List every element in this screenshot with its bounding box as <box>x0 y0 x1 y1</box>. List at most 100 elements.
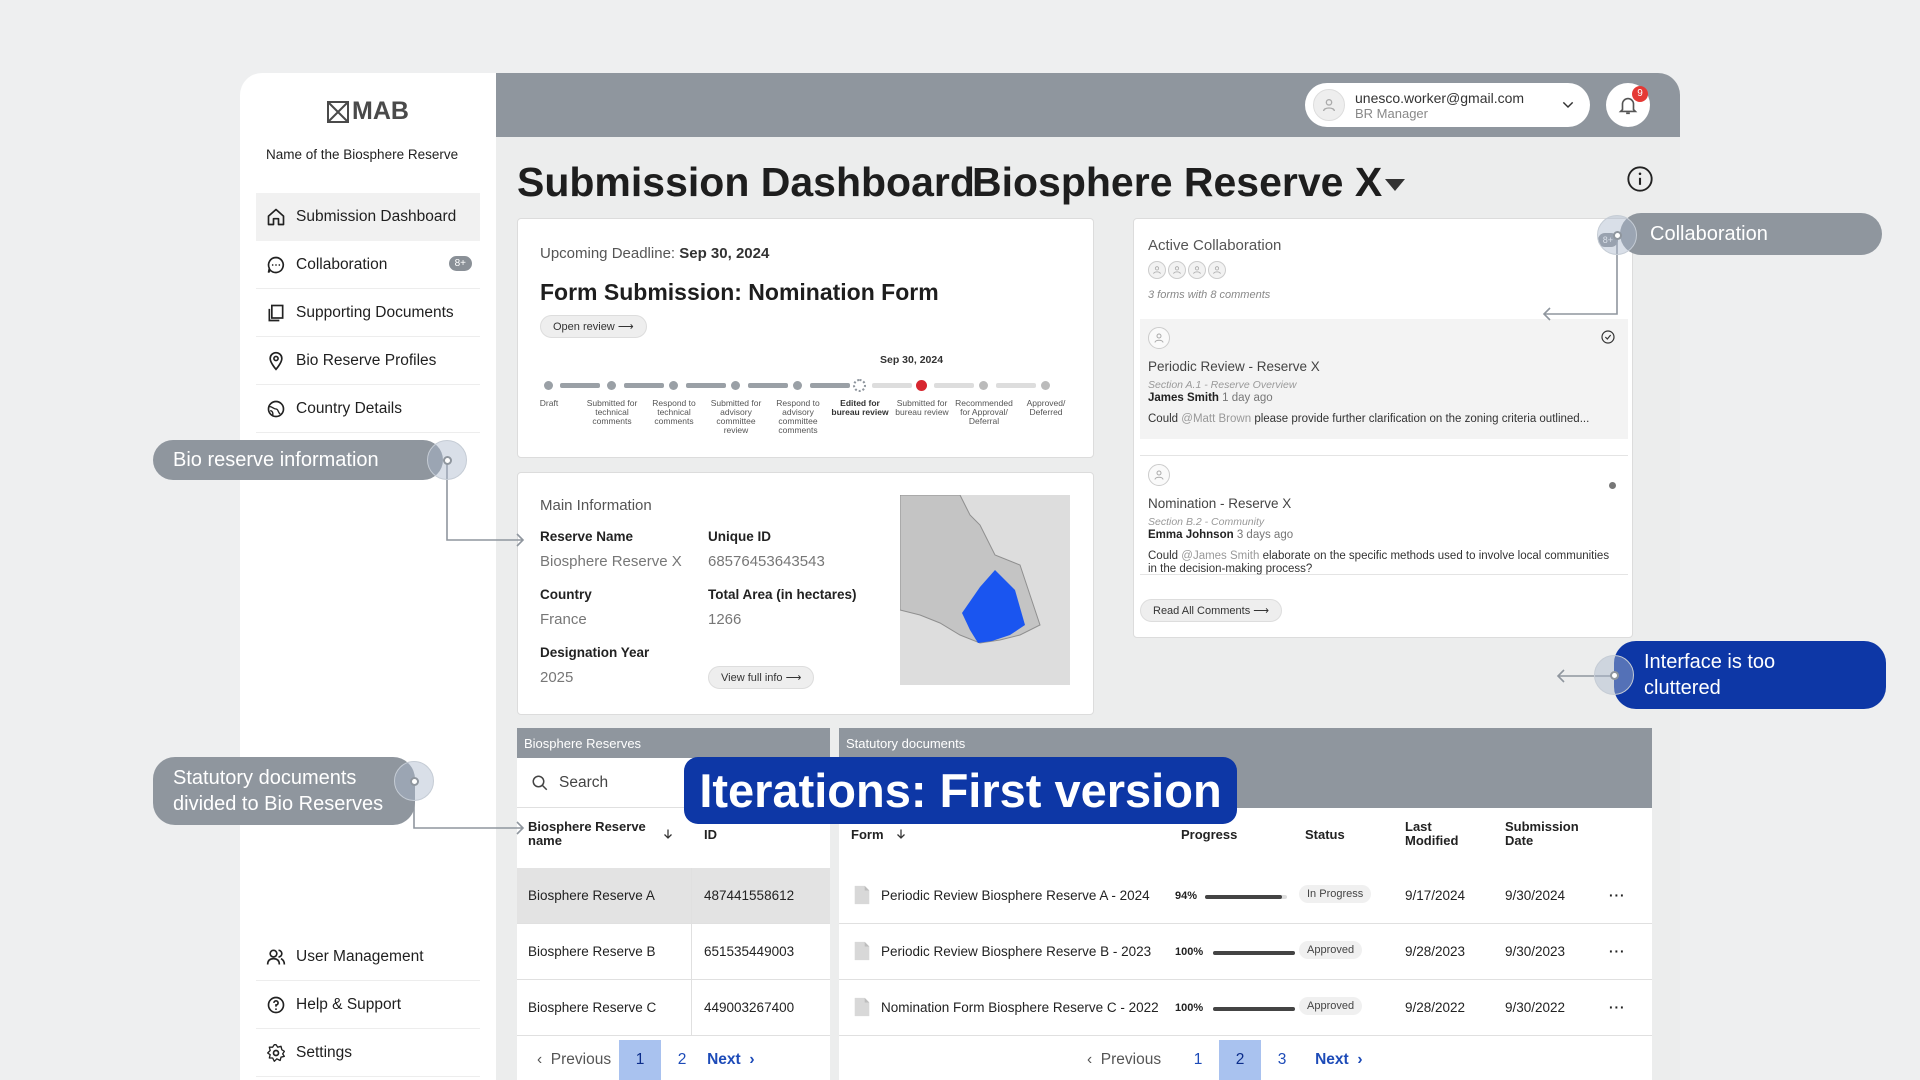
avatar <box>1168 261 1186 279</box>
year-value: 2025 <box>540 669 574 686</box>
notifications-button[interactable]: 9 <box>1606 83 1650 127</box>
table-row[interactable]: Periodic Review Biosphere Reserve A - 20… <box>839 868 1652 924</box>
table-row[interactable]: Nomination Form Biosphere Reserve C - 20… <box>839 980 1652 1036</box>
sidebar-item-settings[interactable]: Settings <box>256 1029 480 1077</box>
table-row[interactable]: Biosphere Reserve C 449003267400 <box>517 980 830 1036</box>
sidebar-item-collaboration[interactable]: Collaboration 8+ <box>256 241 480 289</box>
page-1-button[interactable]: 1 <box>619 1040 662 1080</box>
previous-page-button[interactable]: ‹ Previous <box>1087 1040 1161 1080</box>
annotation-bio-reserve: Bio reserve information <box>153 440 443 480</box>
progress-bar <box>1205 895 1287 899</box>
collaborator-avatars <box>1148 261 1226 279</box>
location-pin-icon <box>266 351 286 371</box>
previous-page-button[interactable]: ‹ Previous <box>537 1040 611 1080</box>
sidebar-item-user-management[interactable]: User Management <box>256 933 480 981</box>
row-id: 487441558612 <box>704 888 795 903</box>
view-full-info-button[interactable]: View full info ⟶ <box>708 666 815 689</box>
collaboration-subtitle: 3 forms with 8 comments <box>1148 289 1271 301</box>
comment-item[interactable]: Periodic Review - Reserve X Section A.1 … <box>1140 319 1628 439</box>
page-2-button[interactable]: 2 <box>661 1040 703 1080</box>
timeline-label: Submitted for technical comments <box>586 398 638 426</box>
comment-item[interactable]: Nomination - Reserve X Section B.2 - Com… <box>1140 455 1628 575</box>
timeline-label: Submitted for bureau review <box>895 398 949 417</box>
app-window: MAB Name of the Biosphere Reserve Submis… <box>240 73 1680 1080</box>
country-label: Country <box>540 587 592 602</box>
caret-down-icon[interactable] <box>1385 179 1405 191</box>
row-submission-date: 9/30/2022 <box>1505 1000 1566 1015</box>
sidebar-item-label: Settings <box>296 1043 353 1061</box>
timeline-step <box>1041 381 1050 390</box>
more-options-icon[interactable]: ··· <box>1609 1000 1626 1015</box>
column-header-submission-date[interactable]: Submission Date <box>1505 820 1585 848</box>
page-3-button[interactable]: 3 <box>1261 1040 1303 1080</box>
column-header-status[interactable]: Status <box>1305 828 1345 842</box>
row-last-modified: 9/28/2022 <box>1405 1000 1466 1015</box>
status-timeline: Draft Submitted for technical comments R… <box>540 374 1070 444</box>
column-header-name[interactable]: Biosphere Reserve name <box>528 820 648 848</box>
iteration-banner: Iterations: First version <box>684 757 1237 824</box>
annotation-cluttered: Interface is too cluttered <box>1614 641 1886 709</box>
next-page-button[interactable]: Next › <box>707 1040 754 1080</box>
user-icon <box>1323 99 1335 112</box>
timeline-label: Approved/ Deferred <box>1026 398 1066 417</box>
read-all-comments-button[interactable]: Read All Comments ⟶ <box>1140 599 1283 622</box>
year-label: Designation Year <box>540 645 650 660</box>
page-1-button[interactable]: 1 <box>1177 1040 1219 1080</box>
timeline-segment <box>686 383 726 388</box>
timeline-label: Recommended for Approval/ Deferral <box>955 398 1013 426</box>
chevron-down-icon[interactable] <box>1560 97 1576 113</box>
users-icon <box>266 947 286 967</box>
user-menu[interactable]: unesco.worker@gmail.com BR Manager <box>1305 83 1590 127</box>
more-options-icon[interactable]: ··· <box>1609 944 1626 959</box>
logo-text: MAB <box>352 97 409 125</box>
collaboration-heading: Active Collaboration <box>1148 237 1282 254</box>
reserve-name: Name of the Biosphere Reserve <box>266 147 459 162</box>
avatar <box>1148 327 1170 349</box>
area-value: 1266 <box>708 611 742 628</box>
next-page-button[interactable]: Next › <box>1315 1040 1362 1080</box>
table-row[interactable]: Periodic Review Biosphere Reserve B - 20… <box>839 924 1652 980</box>
sidebar-item-supporting-documents[interactable]: Supporting Documents <box>256 289 480 337</box>
sidebar-item-submission-dashboard[interactable]: Submission Dashboard <box>256 193 480 241</box>
country-value: France <box>540 611 587 628</box>
area-label: Total Area (in hectares) <box>708 587 857 602</box>
comment-title: Nomination - Reserve X <box>1148 496 1292 511</box>
timeline-label: Respond to technical comments <box>652 398 696 426</box>
row-last-modified: 9/17/2024 <box>1405 888 1466 903</box>
progress-fill <box>1213 951 1295 955</box>
user-email: unesco.worker@gmail.com <box>1355 89 1525 106</box>
avatar <box>1148 464 1170 486</box>
progress-label: 94% <box>1175 890 1198 902</box>
column-header-id[interactable]: ID <box>704 828 717 842</box>
reserve-map[interactable] <box>900 495 1070 685</box>
sidebar-item-label: Supporting Documents <box>296 303 454 321</box>
sidebar-item-country-details[interactable]: Country Details <box>256 385 480 433</box>
user-role: BR Manager <box>1355 105 1428 121</box>
sidebar-item-help-support[interactable]: Help & Support <box>256 981 480 1029</box>
column-header-progress[interactable]: Progress <box>1181 828 1237 842</box>
sidebar-item-bio-reserve-profiles[interactable]: Bio Reserve Profiles <box>256 337 480 385</box>
comment-time: 1 day ago <box>1222 392 1273 404</box>
sort-arrow-down-icon[interactable] <box>662 828 674 840</box>
check-circle-icon[interactable] <box>1600 329 1616 345</box>
info-icon[interactable] <box>1626 165 1654 193</box>
active-collaboration-card: Active Collaboration 8+ 3 forms with 8 c… <box>1133 218 1633 638</box>
sort-arrow-down-icon[interactable] <box>895 828 907 840</box>
reserve-selector[interactable]: Biosphere Reserve X <box>972 159 1382 206</box>
more-options-icon[interactable]: ··· <box>1609 888 1626 903</box>
page-2-button[interactable]: 2 <box>1219 1040 1262 1080</box>
annotation-statutory: Statutory documents divided to Bio Reser… <box>153 757 415 825</box>
open-review-button[interactable]: Open review ⟶ <box>540 315 647 338</box>
timeline-segment <box>624 383 664 388</box>
row-id: 449003267400 <box>704 1000 795 1015</box>
sidebar-item-label: User Management <box>296 947 424 965</box>
table-row[interactable]: Biosphere Reserve B 651535449003 <box>517 924 830 980</box>
form-title: Form Submission: Nomination Form <box>540 279 939 305</box>
column-header-form[interactable]: Form <box>851 828 884 842</box>
column-header-last-modified[interactable]: Last Modified <box>1405 820 1475 848</box>
sidebar: MAB Name of the Biosphere Reserve Submis… <box>240 73 496 1080</box>
main-info-heading: Main Information <box>540 497 652 514</box>
timeline-label: Edited for bureau review <box>831 398 889 417</box>
table-row[interactable]: Biosphere Reserve A 487441558612 <box>517 868 830 924</box>
timeline-segment <box>560 383 600 388</box>
